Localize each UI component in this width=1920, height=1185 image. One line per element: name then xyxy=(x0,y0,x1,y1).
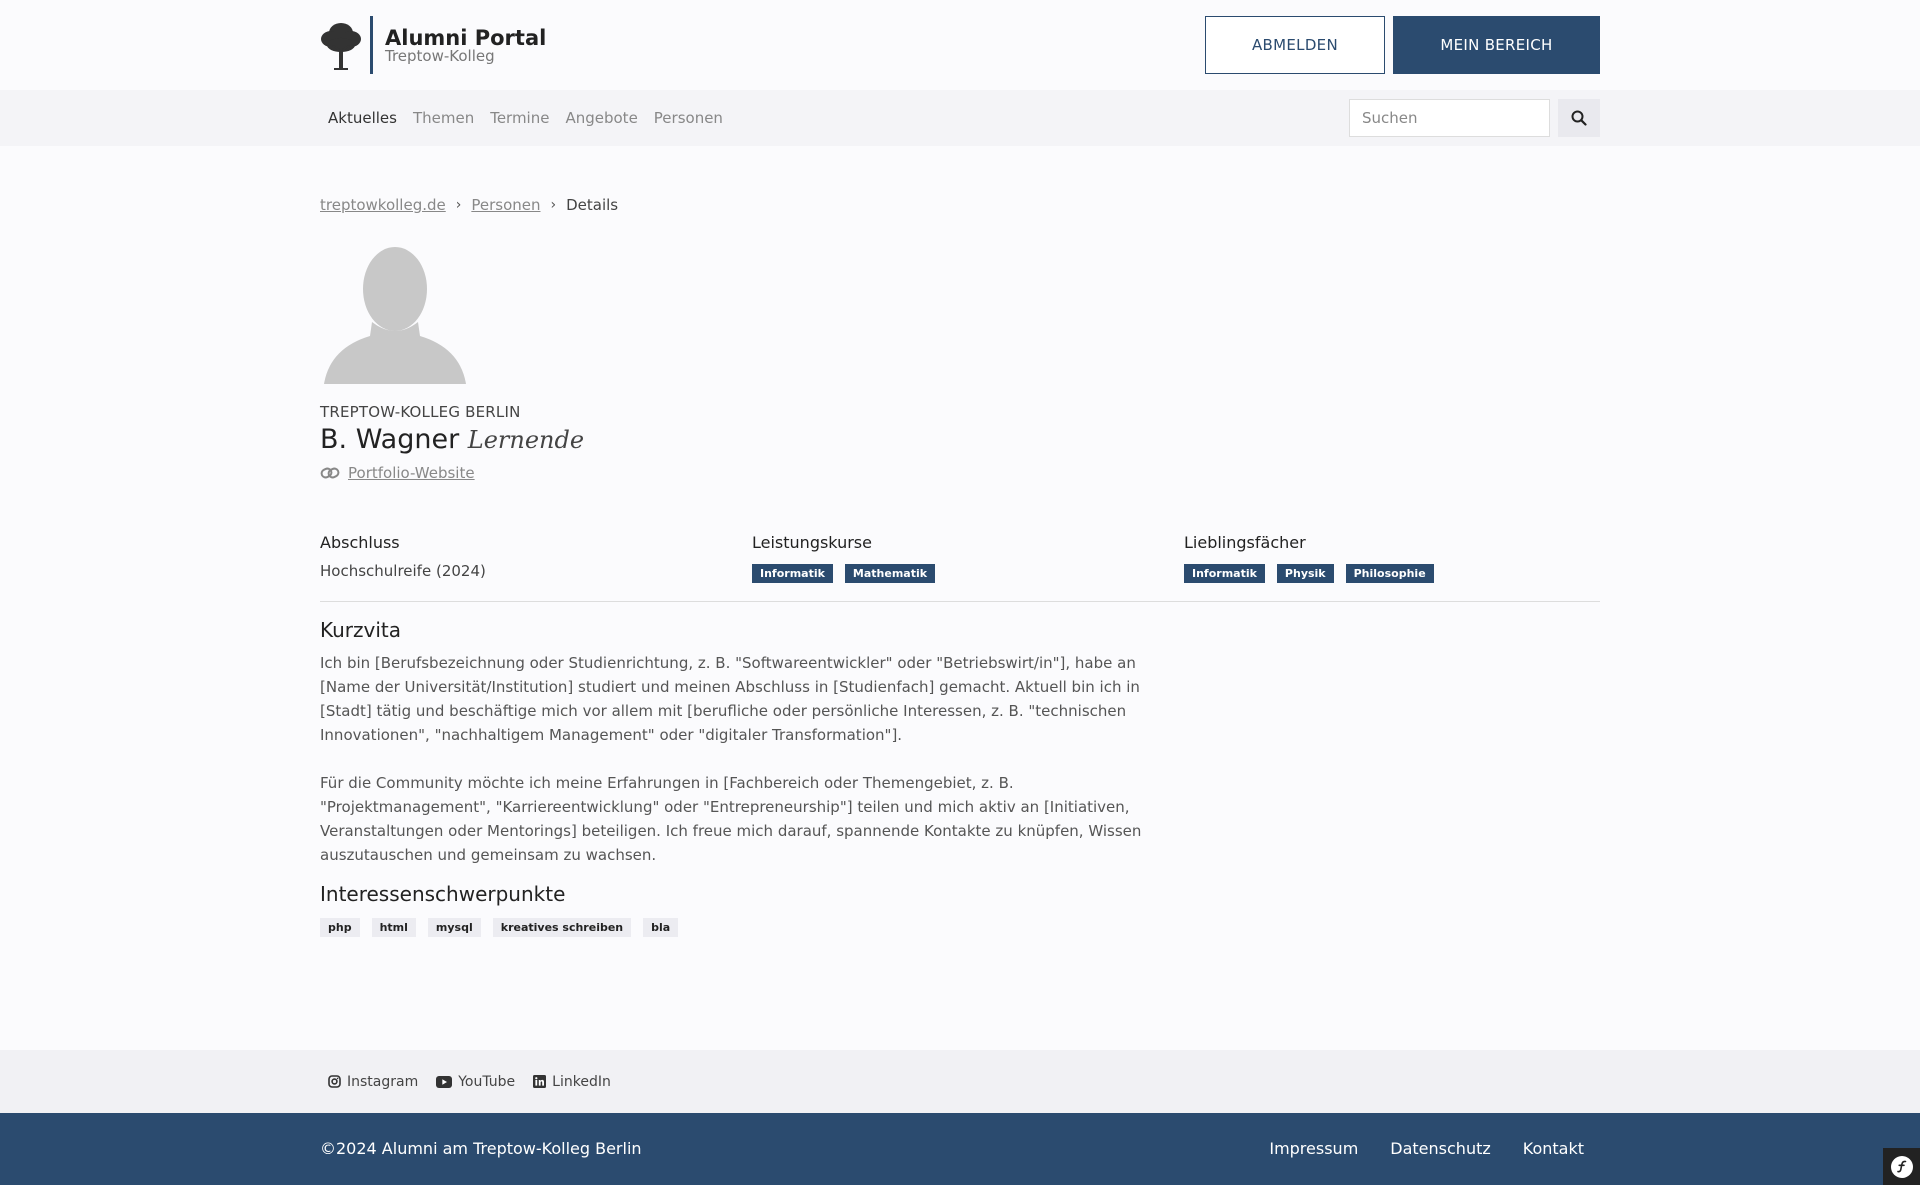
interest-tag: kreatives schreiben xyxy=(492,918,632,937)
interest-tag: mysql xyxy=(427,918,481,937)
interests-heading: Interessenschwerpunkte xyxy=(320,882,566,906)
courses-heading: Leistungskurse xyxy=(752,533,872,552)
courses-column: Leistungskurse Informatik Mathematik xyxy=(752,533,947,583)
symfony-icon xyxy=(1890,1155,1913,1178)
favorites-heading: Lieblingsfächer xyxy=(1184,533,1306,552)
linkedin-icon xyxy=(533,1075,547,1088)
footer-link-impressum[interactable]: Impressum xyxy=(1269,1139,1358,1158)
main-navbar: Aktuelles Themen Termine Angebote Person… xyxy=(0,90,1920,146)
social-links: Instagram YouTube LinkedIn xyxy=(328,1050,629,1113)
nav-item-termine[interactable]: Termine xyxy=(490,109,549,127)
favorite-tag: Philosophie xyxy=(1345,564,1434,583)
footer-link-kontakt[interactable]: Kontakt xyxy=(1523,1139,1584,1158)
chevron-right-icon: › xyxy=(550,197,557,213)
interest-tag: bla xyxy=(643,918,679,937)
person-name: B. Wagner xyxy=(320,424,460,455)
symfony-toolbar-button[interactable] xyxy=(1883,1148,1920,1185)
degree-column: Abschluss Hochschulreife (2024) xyxy=(320,533,486,580)
favorites-column: Lieblingsfächer Informatik Physik Philos… xyxy=(1184,533,1446,583)
logout-button[interactable]: ABMELDEN xyxy=(1205,16,1385,74)
breadcrumb-home-link[interactable]: treptowkolleg.de xyxy=(320,196,446,214)
youtube-link[interactable]: YouTube xyxy=(436,1074,515,1090)
logo-subtitle: Treptow-Kolleg xyxy=(385,47,495,65)
logo-divider xyxy=(370,16,373,74)
footer-links: Impressum Datenschutz Kontakt xyxy=(1237,1139,1584,1158)
interest-tags: php html mysql kreatives schreiben bla xyxy=(320,918,690,937)
breadcrumb-current: Details xyxy=(566,196,619,214)
site-footer: ©2024 Alumni am Treptow-Kolleg Berlin Im… xyxy=(0,1113,1920,1185)
bio-heading: Kurzvita xyxy=(320,618,402,642)
instagram-icon xyxy=(328,1075,341,1088)
favorite-tag: Physik xyxy=(1276,564,1334,583)
bio-paragraph-2: Für die Community möchte ich meine Erfah… xyxy=(320,774,1142,864)
degree-value: Hochschulreife (2024) xyxy=(320,562,486,580)
link-icon xyxy=(320,467,340,479)
course-tag: Mathematik xyxy=(844,564,936,583)
interest-tag: html xyxy=(371,918,416,937)
nav-item-aktuelles[interactable]: Aktuelles xyxy=(328,109,397,127)
social-bar: Instagram YouTube LinkedIn xyxy=(0,1050,1920,1113)
breadcrumb-personen-link[interactable]: Personen xyxy=(471,196,540,214)
search-icon xyxy=(1571,110,1587,126)
favorites-tags: Informatik Physik Philosophie xyxy=(1184,564,1446,583)
youtube-icon xyxy=(436,1075,453,1088)
organization-label: TREPTOW-KOLLEG BERLIN xyxy=(320,403,521,421)
profile-name: B. Wagner Lernende xyxy=(320,424,584,455)
footer-link-datenschutz[interactable]: Datenschutz xyxy=(1390,1139,1490,1158)
site-logo[interactable]: Alumni Portal Treptow-Kolleg xyxy=(320,16,546,74)
my-area-button[interactable]: MEIN BEREICH xyxy=(1393,16,1600,74)
course-tag: Informatik xyxy=(752,564,833,583)
tree-logo-icon xyxy=(321,23,361,70)
linkedin-link[interactable]: LinkedIn xyxy=(533,1074,611,1090)
main-nav: Aktuelles Themen Termine Angebote Person… xyxy=(320,90,731,146)
top-header: Alumni Portal Treptow-Kolleg ABMELDEN ME… xyxy=(0,0,1920,90)
courses-tags: Informatik Mathematik xyxy=(752,564,947,583)
bio-paragraph-1: Ich bin [Berufsbezeichnung oder Studienr… xyxy=(320,654,1140,744)
person-role: Lernende xyxy=(467,426,585,454)
nav-item-personen[interactable]: Personen xyxy=(654,109,723,127)
instagram-link[interactable]: Instagram xyxy=(328,1074,418,1090)
nav-item-angebote[interactable]: Angebote xyxy=(565,109,637,127)
avatar-placeholder-icon xyxy=(324,247,466,384)
section-divider xyxy=(320,601,1600,602)
search-input[interactable] xyxy=(1349,99,1550,137)
favorite-tag: Informatik xyxy=(1184,564,1265,583)
chevron-right-icon: › xyxy=(455,197,462,213)
nav-item-themen[interactable]: Themen xyxy=(413,109,474,127)
portfolio-link-row: Portfolio-Website xyxy=(320,464,475,482)
portfolio-website-link[interactable]: Portfolio-Website xyxy=(348,464,475,482)
breadcrumb: treptowkolleg.de › Personen › Details xyxy=(320,196,618,214)
search-button[interactable] xyxy=(1558,99,1600,137)
interest-tag: php xyxy=(320,918,360,937)
degree-heading: Abschluss xyxy=(320,533,400,552)
copyright-text: ©2024 Alumni am Treptow-Kolleg Berlin xyxy=(320,1139,642,1158)
